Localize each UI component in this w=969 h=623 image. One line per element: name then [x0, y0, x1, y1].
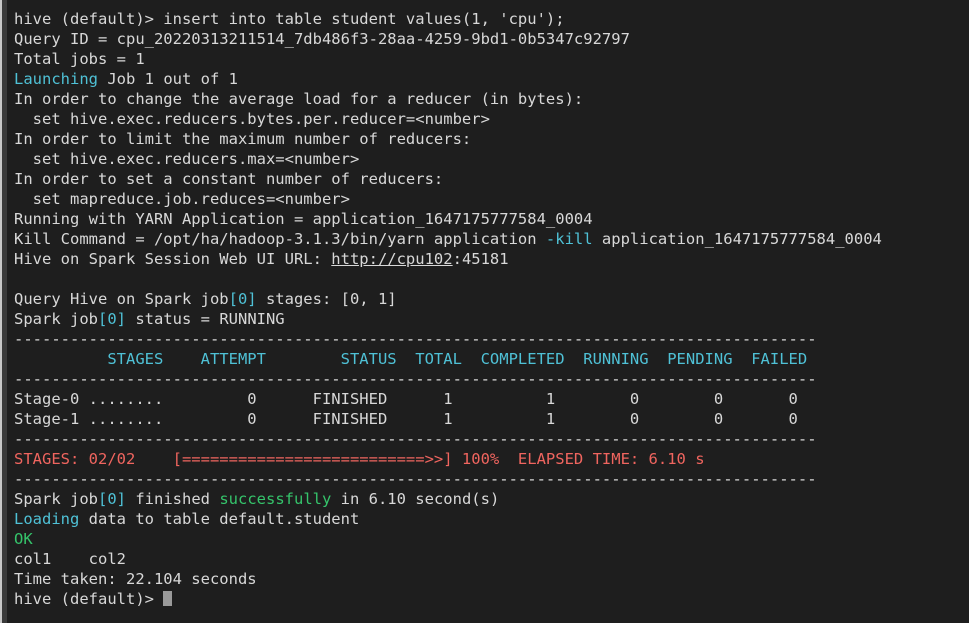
output-line-reducer-const-hint: In order to set a constant number of red…	[14, 169, 969, 189]
terminal-output-area[interactable]: Time taken: 1.175 seconds hive (default)…	[7, 0, 969, 623]
webui-label: Hive on Spark Session Web UI URL:	[14, 250, 332, 268]
output-line-reducer-avg-load-set: set hive.exec.reducers.bytes.per.reducer…	[14, 109, 969, 129]
output-line-job-finished: Spark job[0] finished successfully in 6.…	[14, 489, 969, 509]
output-line-launching-job: Launching Job 1 out of 1	[14, 69, 969, 89]
output-line-reducer-max-hint: In order to limit the maximum number of …	[14, 129, 969, 149]
separator-dashes: ----------------------------------------…	[14, 330, 817, 348]
query-stages-suffix: stages: [0, 1]	[256, 290, 397, 308]
output-line-ok: OK	[14, 529, 969, 549]
webui-url-link[interactable]: http://cpu102	[331, 250, 452, 268]
finished-suffix: in 6.10 second(s)	[331, 490, 500, 508]
output-line-job-status: Spark job[0] status = RUNNING	[14, 309, 969, 329]
job-status-suffix: status = RUNNING	[126, 310, 285, 328]
table-row: Stage-0 ........ 0 FINISHED 1 1 0 0 0	[14, 389, 969, 409]
ok-status: OK	[14, 530, 33, 548]
separator-dashes: ----------------------------------------…	[14, 370, 817, 388]
separator-top: ----------------------------------------…	[14, 329, 969, 349]
finished-job-id: [0]	[98, 490, 126, 508]
output-blank-line-1	[14, 269, 969, 289]
output-line-reducer-avg-load-hint: In order to change the average load for …	[14, 89, 969, 109]
output-line-yarn-application: Running with YARN Application = applicat…	[14, 209, 969, 229]
reducer-const-set-text: set mapreduce.job.reduces=<number>	[14, 190, 350, 208]
finished-middle: finished	[126, 490, 220, 508]
output-line-previous-time-taken: Time taken: 1.175 seconds	[14, 0, 969, 9]
stage-0-row-text: Stage-0 ........ 0 FINISHED 1 1 0 0 0	[14, 390, 798, 408]
job-status-prefix: Spark job	[14, 310, 98, 328]
output-line-webui-url: Hive on Spark Session Web UI URL: http:/…	[14, 249, 969, 269]
kill-command-prefix: Kill Command = /opt/ha/hadoop-3.1.3/bin/…	[14, 230, 546, 248]
yarn-application-text: Running with YARN Application = applicat…	[14, 210, 593, 228]
output-line-prompt-command: hive (default)> insert into table studen…	[14, 9, 969, 29]
separator-dashes: ----------------------------------------…	[14, 470, 817, 488]
output-line-reducer-max-set: set hive.exec.reducers.max=<number>	[14, 149, 969, 169]
loading-keyword: Loading	[14, 510, 80, 528]
query-stages-job-id: [0]	[228, 290, 257, 308]
table-row: Stage-1 ........ 0 FINISHED 1 1 0 0 0	[14, 409, 969, 429]
webui-port: :45181	[452, 250, 509, 268]
time-taken-text: Time taken: 22.104 seconds	[14, 570, 257, 588]
finished-prefix: Spark job	[14, 490, 98, 508]
launching-keyword: Launching	[14, 70, 98, 88]
output-line-columns: col1 col2	[14, 549, 969, 569]
output-line-time-taken: Time taken: 22.104 seconds	[14, 569, 969, 589]
result-column-headers: col1 col2	[14, 550, 126, 568]
terminal-window[interactable]: Time taken: 1.175 seconds hive (default)…	[0, 0, 969, 623]
separator-bottom: ----------------------------------------…	[14, 469, 969, 489]
progress-bar-line: STAGES: 02/02 [=========================…	[14, 449, 969, 469]
separator-under-rows: ----------------------------------------…	[14, 429, 969, 449]
output-line-loading-data: Loading data to table default.student	[14, 509, 969, 529]
reducer-avg-load-hint-text: In order to change the average load for …	[14, 90, 584, 108]
text-cursor	[163, 591, 173, 606]
reducer-max-set-text: set hive.exec.reducers.max=<number>	[14, 150, 360, 168]
output-line-final-prompt[interactable]: hive (default)>	[14, 589, 969, 609]
output-line-query-id: Query ID = cpu_20220313211514_7db486f3-2…	[14, 29, 969, 49]
successfully-keyword: successfully	[219, 490, 332, 508]
kill-flag: -kill	[545, 230, 593, 248]
launching-detail: Job 1 out of 1	[98, 70, 238, 88]
stage-1-row-text: Stage-1 ........ 0 FINISHED 1 1 0 0 0	[14, 410, 798, 428]
shell-prompt: hive (default)>	[14, 590, 164, 608]
reducer-avg-load-set-text: set hive.exec.reducers.bytes.per.reducer…	[14, 110, 490, 128]
stages-table-headers: STAGES ATTEMPT STATUS TOTAL COMPLETED RU…	[14, 350, 808, 368]
output-line-total-jobs: Total jobs = 1	[14, 49, 969, 69]
separator-under-header: ----------------------------------------…	[14, 369, 969, 389]
loading-detail: data to table default.student	[79, 510, 360, 528]
query-stages-prefix: Query Hive on Spark job	[14, 290, 229, 308]
reducer-max-hint-text: In order to limit the maximum number of …	[14, 130, 472, 148]
output-line-query-stages: Query Hive on Spark job[0] stages: [0, 1…	[14, 289, 969, 309]
separator-dashes: ----------------------------------------…	[14, 430, 817, 448]
output-line-kill-command: Kill Command = /opt/ha/hadoop-3.1.3/bin/…	[14, 229, 969, 249]
insert-command-text: hive (default)> insert into table studen…	[14, 10, 565, 28]
output-line-reducer-const-set: set mapreduce.job.reduces=<number>	[14, 189, 969, 209]
progress-bar-text: STAGES: 02/02 [=========================…	[14, 450, 705, 468]
kill-command-suffix: application_1647175777584_0004	[592, 230, 882, 248]
total-jobs-text: Total jobs = 1	[14, 50, 145, 68]
reducer-const-hint-text: In order to set a constant number of red…	[14, 170, 444, 188]
job-status-job-id: [0]	[98, 310, 126, 328]
query-id-text: Query ID = cpu_20220313211514_7db486f3-2…	[14, 30, 630, 48]
stages-table-header-row: STAGES ATTEMPT STATUS TOTAL COMPLETED RU…	[14, 349, 969, 369]
